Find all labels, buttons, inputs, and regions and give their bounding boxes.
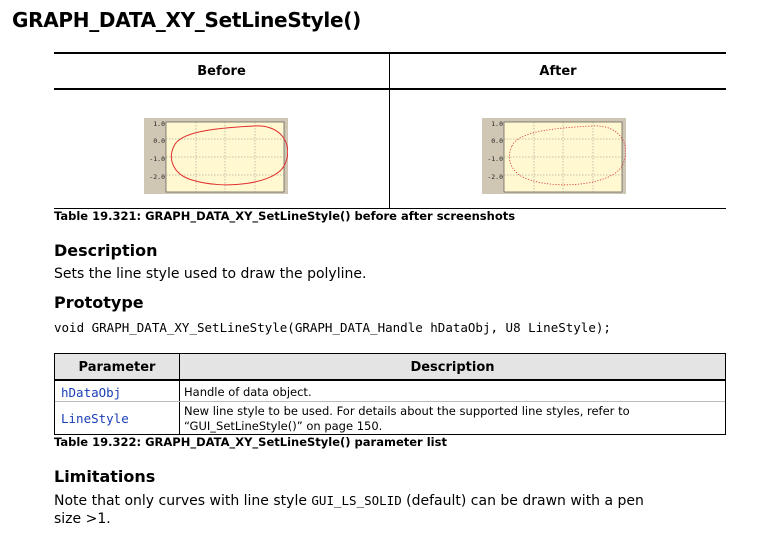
after-graph: 1.0 0.0 -1.0 -2.0 (482, 118, 626, 194)
y-tick-label: -1.0 (149, 155, 165, 163)
param-desc: Handle of data object. (184, 385, 312, 399)
column-divider (389, 54, 390, 208)
prototype-code: void GRAPH_DATA_XY_SetLineStyle(GRAPH_DA… (54, 320, 611, 335)
before-graph: 1.0 0.0 -1.0 -2.0 (144, 118, 288, 194)
limitations-text-start: Note that only curves with line style (54, 493, 312, 509)
param-desc: New line style to be used. For details a… (184, 404, 714, 434)
y-tick-label: 0.0 (491, 137, 503, 145)
parameter-table: Parameter Description hDataObj Handle of… (54, 353, 726, 435)
param-desc-line: New line style to be used. For details a… (184, 404, 630, 418)
parameter-table-header: Parameter Description (55, 354, 725, 381)
after-header: After (539, 64, 577, 79)
y-tick-label: 1.0 (153, 120, 165, 128)
before-header: Before (197, 64, 246, 79)
limitations-code: GUI_LS_SOLID (311, 493, 402, 508)
y-tick-label: -1.0 (487, 155, 503, 163)
table-row: LineStyle New line style to be used. For… (55, 402, 725, 435)
screenshot-table: Before After 1.0 0.0 -1.0 -2.0 1.0 0.0 -… (54, 52, 726, 209)
param-name: LineStyle (61, 411, 129, 426)
parameter-header: Parameter (78, 360, 156, 375)
y-tick-label: -2.0 (149, 173, 165, 181)
description-heading: Description (54, 241, 158, 260)
screenshot-table-header: Before After (54, 54, 726, 90)
limitations-heading: Limitations (54, 467, 156, 486)
prototype-heading: Prototype (54, 293, 144, 312)
param-desc-line: “GUI_SetLineStyle()” on page 150. (184, 419, 383, 433)
parameter-table-caption: Table 19.322: GRAPH_DATA_XY_SetLineStyle… (54, 435, 447, 449)
param-name: hDataObj (61, 385, 122, 400)
table-row: hDataObj Handle of data object. (55, 381, 725, 402)
screenshot-table-caption: Table 19.321: GRAPH_DATA_XY_SetLineStyle… (54, 209, 516, 223)
limitations-text: Note that only curves with line style GU… (54, 493, 734, 509)
description-header: Description (410, 360, 495, 375)
y-tick-label: 0.0 (153, 137, 165, 145)
limitations-text-line2: size >1. (54, 511, 111, 527)
page-title: GRAPH_DATA_XY_SetLineStyle() (12, 8, 361, 32)
description-text: Sets the line style used to draw the pol… (54, 266, 367, 282)
y-tick-label: -2.0 (487, 173, 503, 181)
y-tick-label: 1.0 (491, 120, 503, 128)
limitations-text-end: (default) can be drawn with a pen (401, 493, 644, 509)
